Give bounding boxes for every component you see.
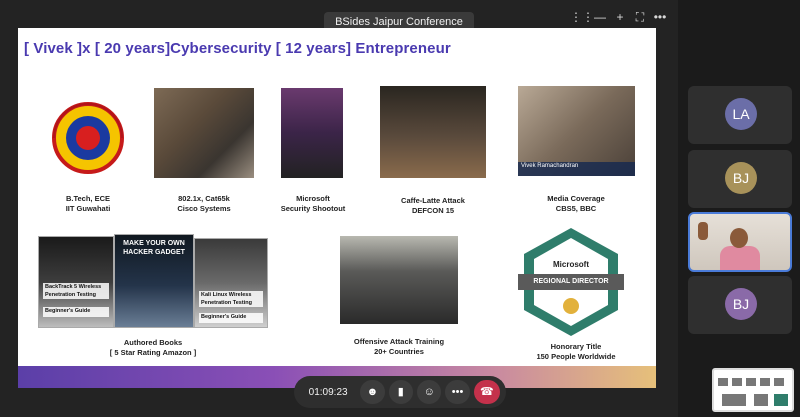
participant-hand <box>698 222 708 240</box>
badge-band-text: REGIONAL DIRECTOR <box>533 278 609 285</box>
meeting-controls: 01:09:23 ☻ ▮ ☺ ••• ☎ <box>294 376 506 408</box>
shared-screen: BSides Jaipur Conference 2024 ⋮⋮ — + ⛶ •… <box>0 0 678 417</box>
caption-honorary-text: Honorary Title 150 People Worldwide <box>536 342 616 361</box>
fullscreen-icon[interactable]: ⛶ <box>630 8 650 26</box>
iit-guwahati-logo <box>52 102 124 174</box>
media-caption: Vivek Ramachandran <box>518 162 635 176</box>
book-hacker-gadget: MAKE YOUR OWN HACKER GADGET <box>114 234 194 328</box>
microsoft-photo <box>281 88 343 178</box>
more-options-icon[interactable]: ••• <box>650 8 670 26</box>
book-kali-sub: Beginner's Guide <box>199 313 263 323</box>
caption-cisco-text: 802.1x, Cat65k Cisco Systems <box>177 194 231 213</box>
media-photo: Vivek Ramachandran <box>518 86 635 176</box>
caption-honorary: Honorary Title 150 People Worldwide <box>518 342 634 362</box>
caption-training-text: Offensive Attack Training 20+ Countries <box>353 337 445 356</box>
hangup-icon[interactable]: ☎ <box>473 380 500 404</box>
book-backtrack-sub: Beginner's Guide <box>43 307 109 317</box>
people-icon[interactable]: ☺ <box>417 380 442 404</box>
training-photo <box>340 236 458 324</box>
participant-tile-la[interactable]: LA <box>688 86 792 144</box>
caption-microsoft-text: Microsoft Security Shootout <box>280 194 346 213</box>
book-kali-title: Kali Linux Wireless Penetration Testing <box>199 291 263 307</box>
participant-video-tile[interactable] <box>688 212 792 272</box>
book-kali: Kali Linux Wireless Penetration Testing … <box>194 238 268 328</box>
caption-defcon: Caffe-Latte Attack DEFCON 15 <box>383 196 483 216</box>
caption-books: Authored Books [ 5 Star Rating Amazon ] <box>88 338 218 358</box>
more-icon[interactable]: ••• <box>445 380 470 404</box>
presentation-slide: [ Vivek ]x [ 20 years]Cybersecurity [ 12… <box>18 28 656 388</box>
drag-handle-icon[interactable]: ⋮⋮ <box>570 8 594 26</box>
caption-education: B.Tech, ECE IIT Guwahati <box>38 194 138 214</box>
caption-books-text: Authored Books [ 5 Star Rating Amazon ] <box>109 338 197 357</box>
minimize-icon[interactable]: — <box>590 8 610 26</box>
poll-icon[interactable]: ▮ <box>388 380 413 404</box>
caption-defcon-text: Caffe-Latte Attack DEFCON 15 <box>401 196 465 215</box>
slide-title: [ Vivek ]x [ 20 years]Cybersecurity [ 12… <box>24 40 451 57</box>
avatar: BJ <box>725 162 757 194</box>
avatar: BJ <box>725 288 757 320</box>
book-backtrack: BackTrack 5 Wireless Penetration Testing… <box>38 236 114 328</box>
caption-training: Offensive Attack Training 20+ Countries <box>336 337 462 357</box>
self-view-thumbnail[interactable] <box>712 368 794 412</box>
participant-tile-bj-1[interactable]: BJ <box>688 150 792 208</box>
caption-microsoft: Microsoft Security Shootout <box>266 194 360 214</box>
cisco-photo <box>154 88 254 178</box>
caption-education-text: B.Tech, ECE IIT Guwahati <box>65 194 111 213</box>
caption-cisco: 802.1x, Cat65k Cisco Systems <box>154 194 254 214</box>
book-backtrack-title: BackTrack 5 Wireless Penetration Testing <box>43 283 109 299</box>
participant-face <box>730 228 748 248</box>
caption-media: Media Coverage CBS5, BBC <box>526 194 626 214</box>
call-timer: 01:09:23 <box>308 386 348 398</box>
participant-shirt <box>720 246 760 270</box>
badge-top-text: Microsoft <box>553 260 589 269</box>
defcon-photo <box>380 86 486 178</box>
reactions-icon[interactable]: ☻ <box>360 380 385 404</box>
zoom-in-icon[interactable]: + <box>610 8 630 26</box>
caption-media-text: Media Coverage CBS5, BBC <box>547 194 605 213</box>
book-hacker-gadget-title: MAKE YOUR OWN HACKER GADGET <box>123 240 185 256</box>
window-controls: ⋮⋮ — + ⛶ ••• <box>570 8 670 26</box>
participant-tile-bj-2[interactable]: BJ <box>688 276 792 334</box>
avatar: LA <box>725 98 757 130</box>
